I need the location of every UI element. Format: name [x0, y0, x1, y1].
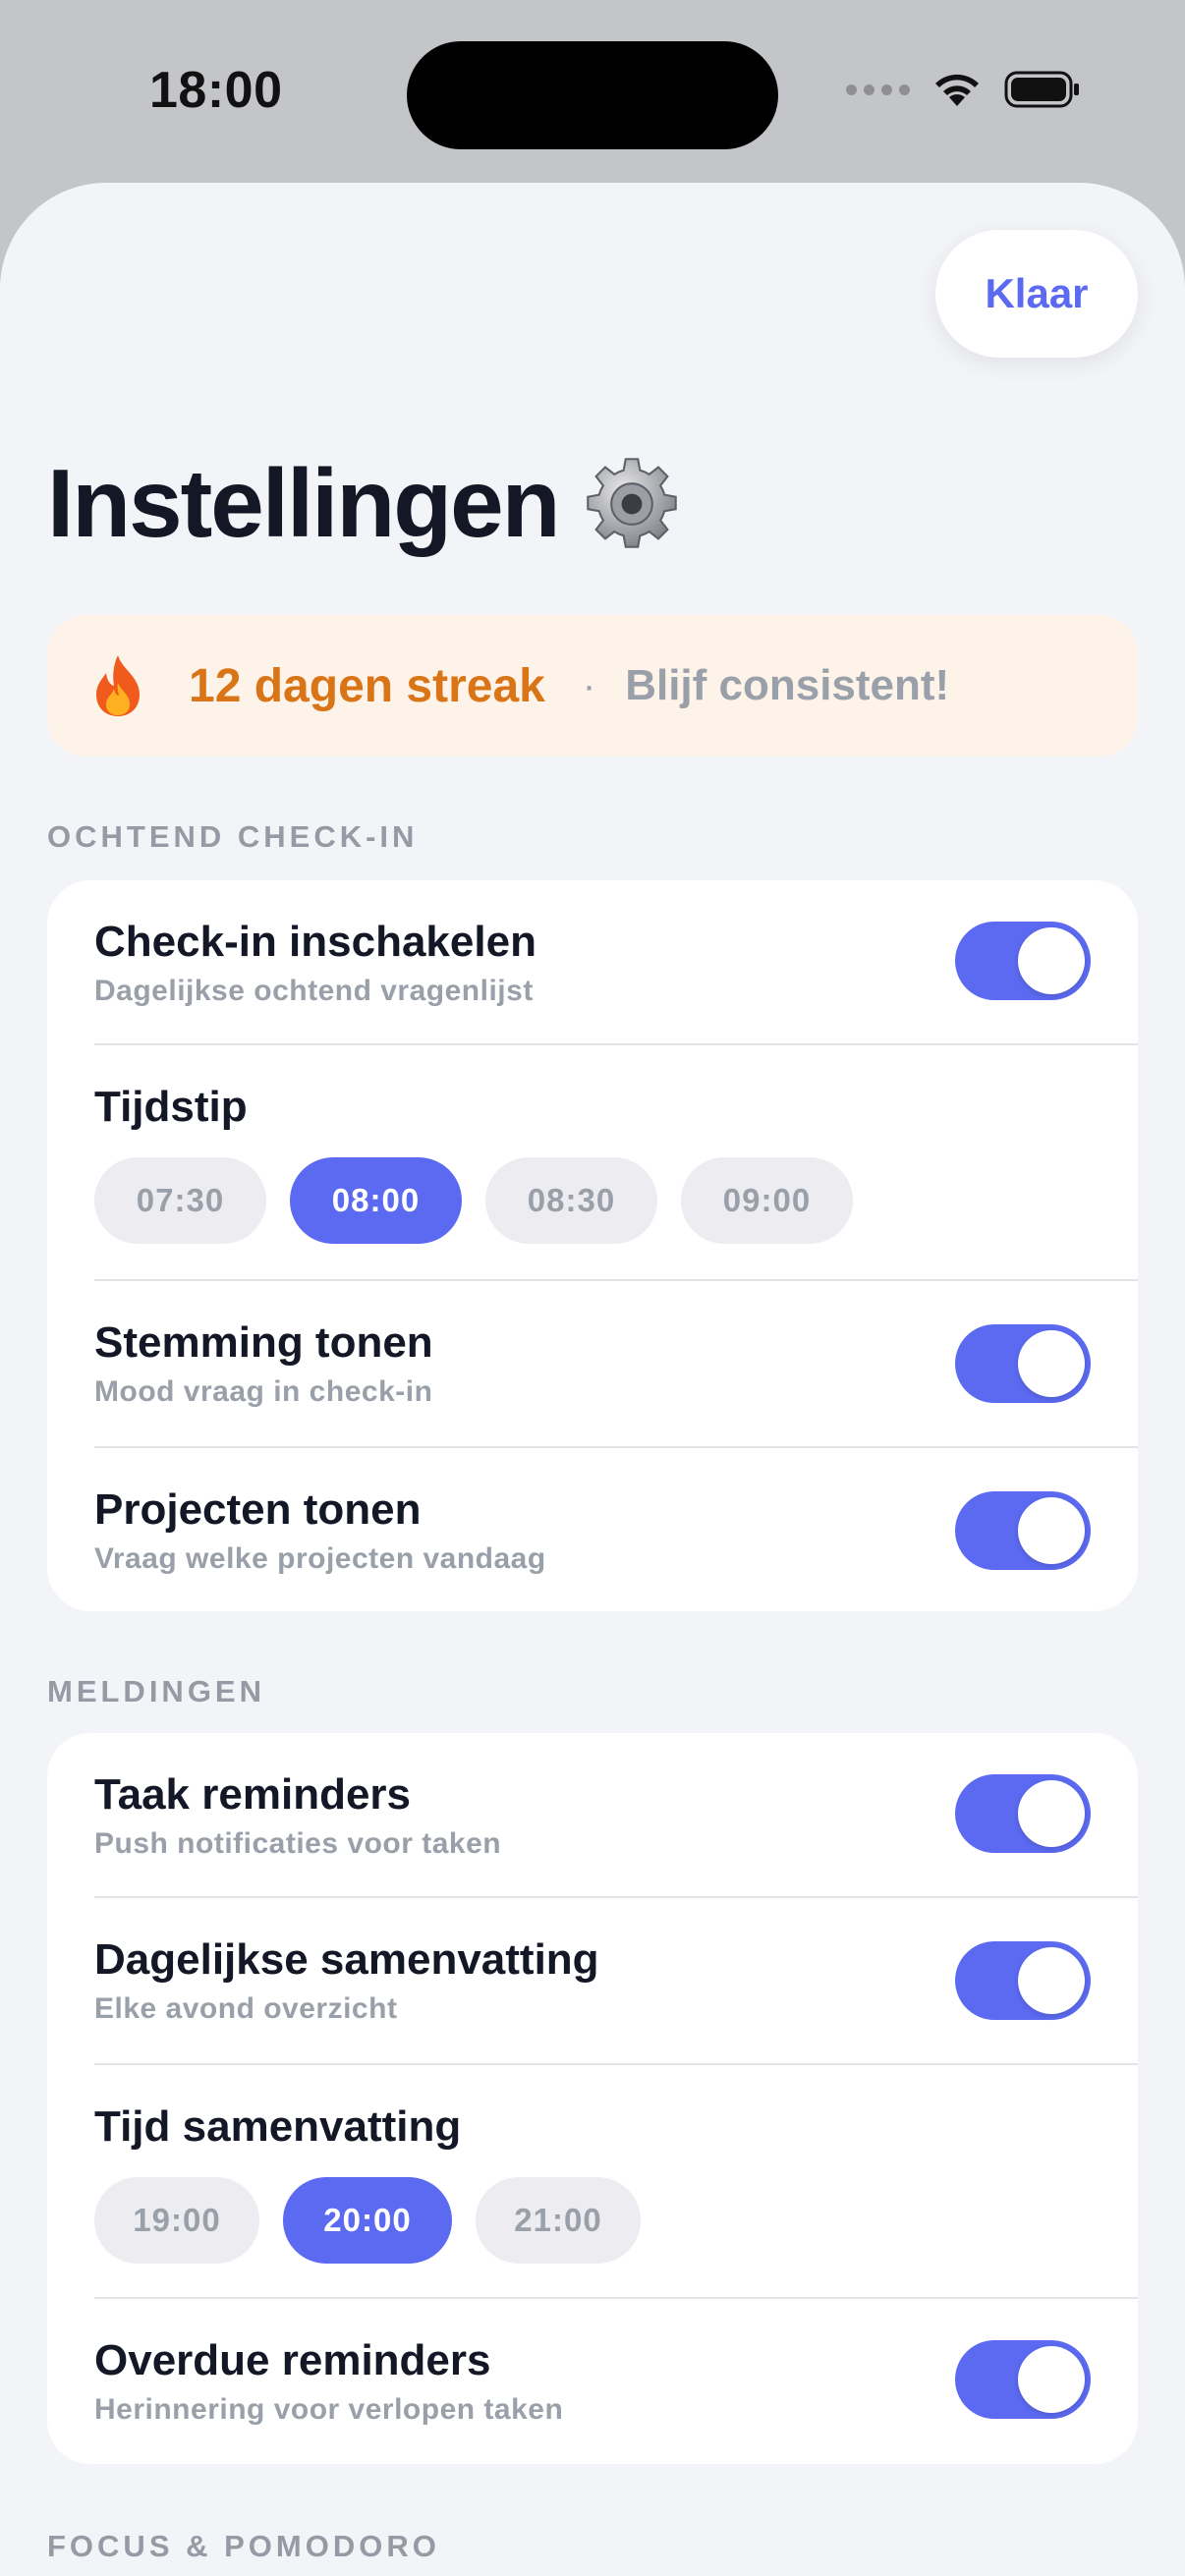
toggle-knob	[1018, 1330, 1085, 1397]
row-subtitle: Mood vraag in check-in	[94, 1375, 433, 1408]
row-subtitle: Dagelijkse ochtend vragenlijst	[94, 975, 534, 1007]
section-header-focus: FOCUS & POMODORO	[47, 2529, 440, 2563]
time-chip-2100[interactable]: 21:00	[476, 2177, 641, 2264]
overdue-toggle[interactable]	[955, 2340, 1091, 2419]
dynamic-island	[407, 41, 778, 149]
toggle-knob	[1018, 1947, 1085, 2014]
gear-icon	[586, 457, 677, 548]
row-title: Taak reminders	[94, 1770, 412, 1819]
settings-sheet: Klaar Instellingen 12 dagen streak · Bli…	[0, 183, 1185, 2576]
status-time: 18:00	[149, 62, 283, 119]
row-title: Projecten tonen	[94, 1485, 422, 1534]
row-title: Tijd samenvatting	[94, 2102, 462, 2151]
row-checkin-time: Tijdstip 07:30 08:00 08:30 09:00	[94, 1045, 1138, 1281]
row-title: Dagelijkse samenvatting	[94, 1935, 599, 1984]
mood-toggle[interactable]	[955, 1324, 1091, 1403]
row-daily-summary: Dagelijkse samenvatting Elke avond overz…	[94, 1898, 1138, 2065]
streak-banner: 12 dagen streak · Blijf consistent!	[47, 615, 1138, 756]
streak-subtitle: Blijf consistent!	[625, 661, 950, 709]
row-task-reminders: Taak reminders Push notificaties voor ta…	[94, 1733, 1138, 1898]
task-reminders-toggle[interactable]	[955, 1774, 1091, 1853]
daily-summary-toggle[interactable]	[955, 1941, 1091, 2020]
checkin-card: Check-in inschakelen Dagelijkse ochtend …	[47, 880, 1138, 1611]
wifi-icon	[931, 71, 983, 108]
status-icons	[846, 71, 1081, 108]
row-title: Check-in inschakelen	[94, 918, 536, 966]
toggle-knob	[1018, 1780, 1085, 1847]
row-summary-time: Tijd samenvatting 19:00 20:00 21:00	[94, 2065, 1138, 2299]
projects-toggle[interactable]	[955, 1491, 1091, 1570]
time-chip-1900[interactable]: 19:00	[94, 2177, 259, 2264]
toggle-knob	[1018, 2346, 1085, 2413]
time-chip-0800[interactable]: 08:00	[290, 1157, 462, 1244]
section-header-checkin: OCHTEND CHECK-IN	[47, 819, 419, 854]
time-chip-0730[interactable]: 07:30	[94, 1157, 266, 1244]
row-checkin-enable: Check-in inschakelen Dagelijkse ochtend …	[94, 880, 1138, 1045]
row-projects: Projecten tonen Vraag welke projecten va…	[94, 1448, 1138, 1611]
row-subtitle: Herinnering voor verlopen taken	[94, 2393, 564, 2426]
checkin-time-options: 07:30 08:00 08:30 09:00	[94, 1157, 853, 1244]
row-overdue: Overdue reminders Herinnering voor verlo…	[94, 2299, 1138, 2464]
row-subtitle: Push notificaties voor taken	[94, 1827, 502, 1860]
row-mood: Stemming tonen Mood vraag in check-in	[94, 1281, 1138, 1448]
streak-separator: ·	[582, 663, 596, 707]
battery-icon	[1004, 71, 1081, 108]
notifications-card: Taak reminders Push notificaties voor ta…	[47, 1733, 1138, 2464]
streak-count: 12 dagen streak	[189, 659, 545, 712]
row-subtitle: Elke avond overzicht	[94, 1992, 398, 2025]
flame-icon	[96, 655, 140, 716]
section-header-notifications: MELDINGEN	[47, 1674, 265, 1708]
row-subtitle: Vraag welke projecten vandaag	[94, 1542, 546, 1575]
done-button[interactable]: Klaar	[935, 230, 1138, 358]
cellular-signal-icon	[846, 84, 910, 95]
summary-time-options: 19:00 20:00 21:00	[94, 2177, 641, 2264]
row-title: Overdue reminders	[94, 2336, 491, 2384]
status-bar: 18:00	[0, 0, 1185, 187]
time-chip-0830[interactable]: 08:30	[485, 1157, 657, 1244]
toggle-knob	[1018, 1497, 1085, 1564]
toggle-knob	[1018, 927, 1085, 994]
time-chip-0900[interactable]: 09:00	[681, 1157, 853, 1244]
row-title: Tijdstip	[94, 1083, 248, 1131]
page-title: Instellingen	[47, 448, 683, 559]
checkin-enable-toggle[interactable]	[955, 922, 1091, 1000]
page-title-text: Instellingen	[47, 449, 561, 557]
time-chip-2000[interactable]: 20:00	[283, 2177, 452, 2264]
row-title: Stemming tonen	[94, 1318, 433, 1367]
